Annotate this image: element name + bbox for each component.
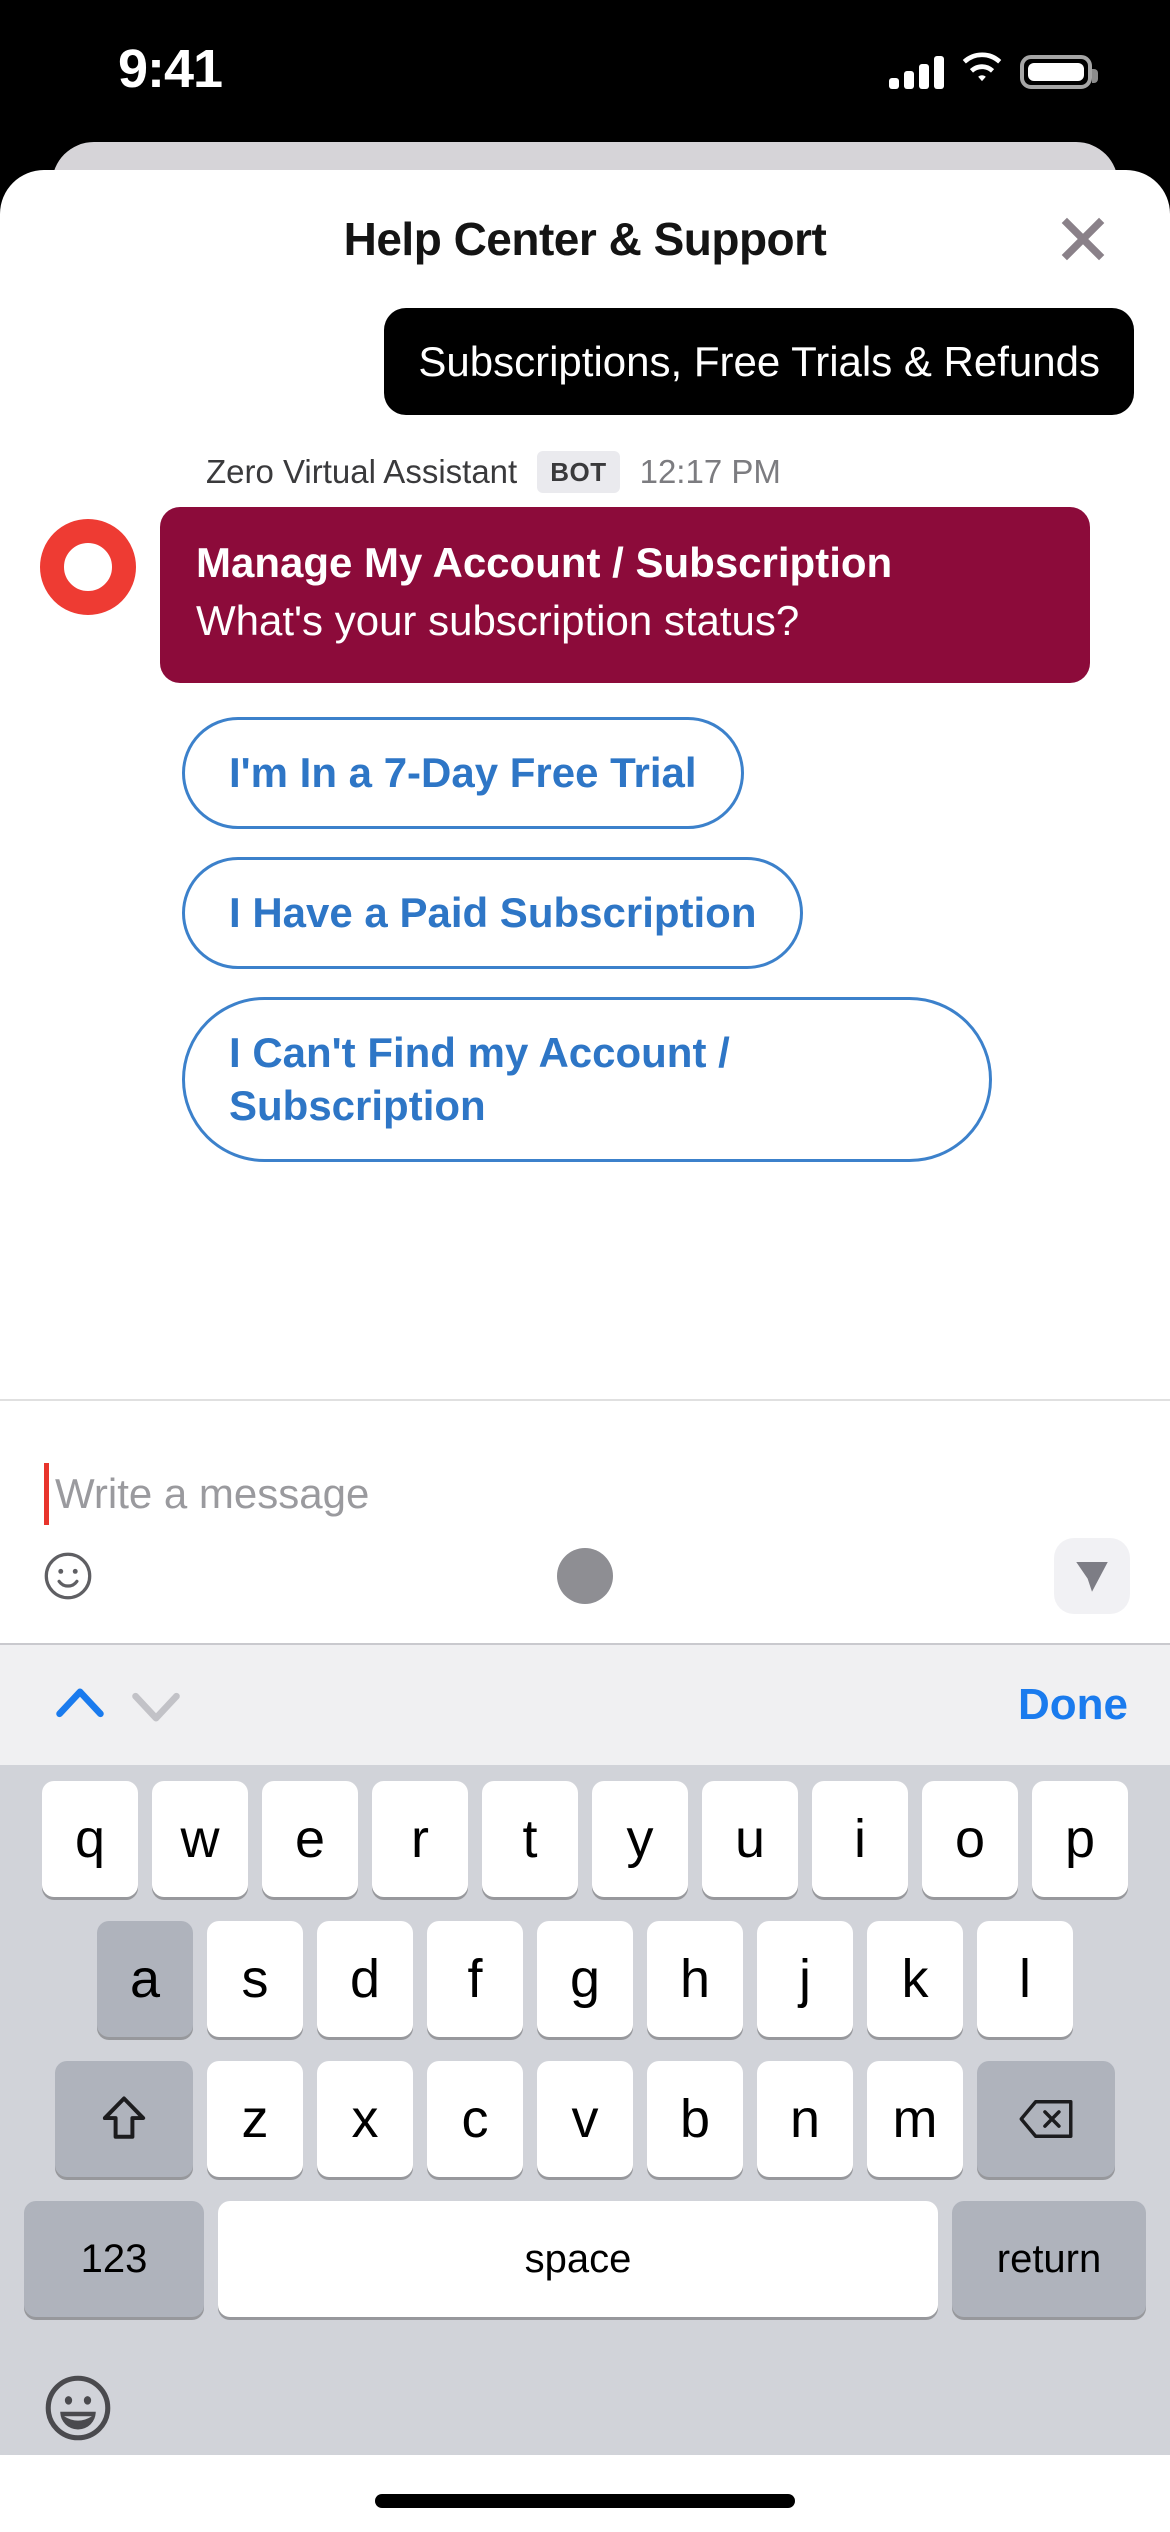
quick-reply-free-trial[interactable]: I'm In a 7-Day Free Trial (182, 717, 744, 829)
return-key[interactable]: return (952, 2201, 1146, 2317)
key-i[interactable]: i (812, 1781, 908, 1897)
key-c[interactable]: c (427, 2061, 523, 2177)
bot-name: Zero Virtual Assistant (206, 453, 518, 491)
keyboard-done-button[interactable]: Done (1018, 1680, 1128, 1730)
send-icon[interactable] (1054, 1538, 1130, 1614)
quick-reply-list: I'm In a 7-Day Free Trial I Have a Paid … (0, 683, 1170, 1163)
key-s[interactable]: s (207, 1921, 303, 2037)
key-f[interactable]: f (427, 1921, 523, 2037)
quick-reply-cant-find-account[interactable]: I Can't Find my Account / Subscription (182, 996, 992, 1163)
battery-icon (1020, 54, 1098, 89)
key-p[interactable]: p (1032, 1781, 1128, 1897)
modal-header: Help Center & Support (0, 170, 1170, 308)
key-u[interactable]: u (702, 1781, 798, 1897)
key-h[interactable]: h (647, 1921, 743, 2037)
composer-action-bar (0, 1538, 1170, 1614)
key-j[interactable]: j (757, 1921, 853, 2037)
emoji-smiley-icon[interactable] (40, 2370, 116, 2446)
keyboard-row-2: a s d f g h j k l (0, 1921, 1170, 2037)
key-d[interactable]: d (317, 1921, 413, 2037)
key-r[interactable]: r (372, 1781, 468, 1897)
on-screen-keyboard: q w e r t y u i o p a s d f g h j k l z … (0, 1765, 1170, 2455)
message-timestamp: 12:17 PM (639, 453, 781, 491)
text-cursor (44, 1463, 49, 1525)
user-message-bubble: Subscriptions, Free Trials & Refunds (384, 308, 1134, 416)
smiley-face-icon[interactable] (40, 1548, 96, 1604)
phone-screen: 9:41 Help Center & Support Subscriptions… (0, 0, 1170, 2532)
close-icon[interactable] (1048, 204, 1118, 274)
chat-message-list: Subscriptions, Free Trials & Refunds Zer… (0, 308, 1170, 1401)
bot-message-meta: Zero Virtual Assistant BOT 12:17 PM (0, 415, 1170, 507)
shift-arrow-up-icon[interactable] (55, 2061, 193, 2177)
support-modal-sheet: Help Center & Support Subscriptions, Fre… (0, 170, 1170, 2532)
wifi-icon (960, 52, 1004, 91)
key-m[interactable]: m (867, 2061, 963, 2177)
bot-message-row: Manage My Account / Subscription What's … (0, 507, 1170, 684)
backspace-delete-icon[interactable] (977, 2061, 1115, 2177)
bot-message-subtitle: What's your subscription status? (196, 597, 800, 645)
cellular-signal-icon (889, 55, 944, 89)
keyboard-accessory-toolbar: Done (0, 1643, 1170, 1765)
key-x[interactable]: x (317, 2061, 413, 2177)
key-y[interactable]: y (592, 1781, 688, 1897)
status-bar: 9:41 (0, 0, 1170, 145)
key-o[interactable]: o (922, 1781, 1018, 1897)
key-q[interactable]: q (42, 1781, 138, 1897)
page-title: Help Center & Support (343, 213, 827, 265)
status-bar-time: 9:41 (118, 39, 223, 99)
key-t[interactable]: t (482, 1781, 578, 1897)
status-bar-indicators (889, 52, 1098, 91)
key-k[interactable]: k (867, 1921, 963, 2037)
bot-message-bubble: Manage My Account / Subscription What's … (160, 507, 1090, 684)
home-indicator (375, 2494, 795, 2508)
key-l[interactable]: l (977, 1921, 1073, 2037)
numbers-key[interactable]: 123 (24, 2201, 204, 2317)
key-n[interactable]: n (757, 2061, 853, 2177)
chevron-down-icon (118, 1667, 194, 1743)
space-key[interactable]: space (218, 2201, 938, 2317)
key-a[interactable]: a (97, 1921, 193, 2037)
attachment-circle-icon[interactable] (557, 1548, 613, 1604)
bot-message-title: Manage My Account / Subscription (196, 539, 893, 587)
avatar (40, 519, 136, 616)
status-badge: BOT (537, 451, 620, 494)
key-e[interactable]: e (262, 1781, 358, 1897)
keyboard-bottom-row (0, 2341, 1170, 2469)
message-input[interactable]: Write a message (0, 1401, 1170, 1525)
key-v[interactable]: v (537, 2061, 633, 2177)
message-input-placeholder: Write a message (55, 1470, 370, 1517)
chevron-up-icon[interactable] (42, 1667, 118, 1743)
key-b[interactable]: b (647, 2061, 743, 2177)
quick-reply-paid-subscription[interactable]: I Have a Paid Subscription (182, 856, 804, 969)
key-z[interactable]: z (207, 2061, 303, 2177)
key-w[interactable]: w (152, 1781, 248, 1897)
keyboard-row-3: z x c v b n m (0, 2061, 1170, 2177)
keyboard-row-1: q w e r t y u i o p (0, 1781, 1170, 1897)
user-message-row: Subscriptions, Free Trials & Refunds (0, 308, 1170, 416)
key-g[interactable]: g (537, 1921, 633, 2037)
message-composer: Write a message (0, 1401, 1170, 1643)
keyboard-row-4: 123 space return (0, 2201, 1170, 2317)
